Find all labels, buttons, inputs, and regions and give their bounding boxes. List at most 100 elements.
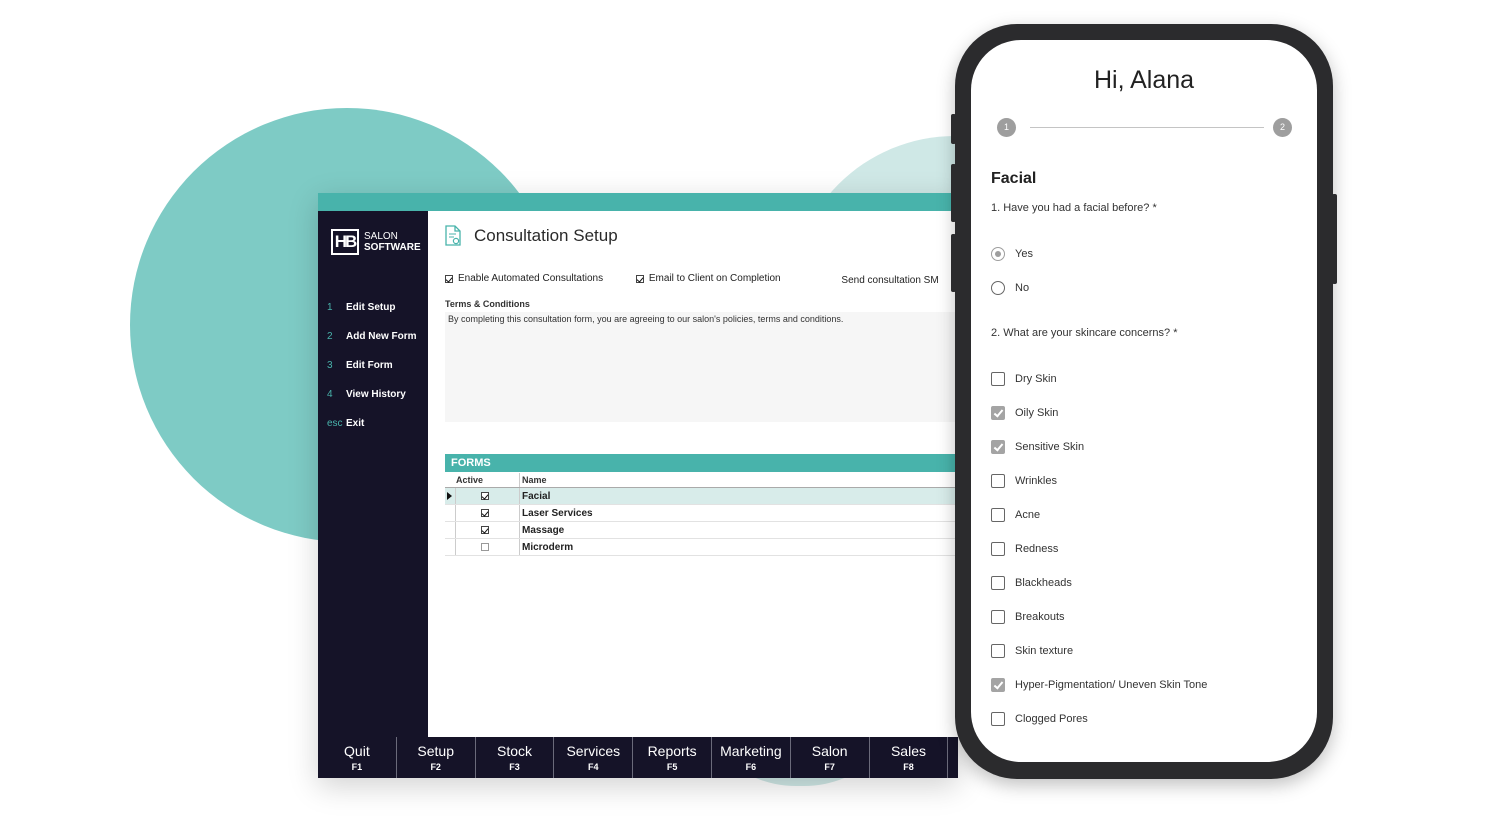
checkbox-icon xyxy=(991,610,1005,624)
sidebar-nav: 1 Edit Setup 2 Add New Form 3 Edit Form … xyxy=(325,293,417,438)
sidebar-item-add-new-form[interactable]: 2 Add New Form xyxy=(325,322,417,351)
phone-mute-switch xyxy=(951,114,956,144)
active-checkbox[interactable] xyxy=(481,543,489,551)
nav-label: Exit xyxy=(346,418,365,429)
form-name-cell: Laser Services xyxy=(522,507,593,519)
table-row[interactable]: Massage xyxy=(445,522,958,539)
stepper-line xyxy=(1030,127,1264,128)
checkbox-redness[interactable]: Redness xyxy=(991,540,1058,558)
phone-power-button xyxy=(1332,194,1337,284)
option-label: Breakouts xyxy=(1015,611,1065,623)
terms-textarea[interactable]: By completing this consultation form, yo… xyxy=(445,312,958,422)
sidebar-item-edit-form[interactable]: 3 Edit Form xyxy=(325,351,417,380)
checkbox-icon xyxy=(991,372,1005,386)
consultation-options: Enable Automated Consultations Email to … xyxy=(445,273,939,286)
fkey-shortcut: F8 xyxy=(903,762,914,772)
form-stepper: 1 2 xyxy=(997,118,1293,138)
nav-shortcut-key: esc xyxy=(327,418,343,429)
active-checkbox[interactable] xyxy=(481,509,489,517)
nav-shortcut-key: 4 xyxy=(327,389,333,400)
checkbox-icon xyxy=(991,712,1005,726)
greeting-title: Hi, Alana xyxy=(1093,66,1195,94)
column-header-active[interactable]: Active xyxy=(455,473,520,487)
checkbox-acne[interactable]: Acne xyxy=(991,506,1040,524)
nav-shortcut-key: 2 xyxy=(327,331,333,342)
checkbox-skin-texture[interactable]: Skin texture xyxy=(991,642,1073,660)
radio-empty-icon xyxy=(991,281,1005,295)
option-label: Blackheads xyxy=(1015,577,1072,589)
step-2[interactable]: 2 xyxy=(1273,118,1292,137)
table-row[interactable]: Microderm xyxy=(445,539,958,556)
table-row[interactable]: Facial xyxy=(445,488,958,505)
logo-mark-icon: HB xyxy=(331,229,359,255)
checkbox-hyper-pigmentation[interactable]: Hyper-Pigmentation/ Uneven Skin Tone xyxy=(991,676,1207,694)
phone-mockup: Hi, Alana 1 2 Facial 1. Have you had a f… xyxy=(951,24,1337,779)
checkbox-breakouts[interactable]: Breakouts xyxy=(991,608,1065,626)
radio-option-no[interactable]: No xyxy=(991,279,1029,297)
checkbox-label: Email to Client on Completion xyxy=(648,273,781,284)
sidebar-item-edit-setup[interactable]: 1 Edit Setup xyxy=(325,293,417,322)
main-content: Consultation Setup Enable Automated Cons… xyxy=(428,211,958,737)
page-header: Consultation Setup xyxy=(444,225,618,247)
checkbox-sensitive-skin[interactable]: Sensitive Skin xyxy=(991,438,1084,456)
enable-auto-consultations-checkbox[interactable]: Enable Automated Consultations xyxy=(445,273,603,284)
checkbox-checked-icon xyxy=(445,274,453,283)
fkey-label: Salon xyxy=(811,743,848,759)
option-label: Dry Skin xyxy=(1015,373,1057,385)
row-pointer-icon xyxy=(447,492,452,500)
terms-label: Terms & Conditions xyxy=(445,299,530,309)
fkey-shortcut: F7 xyxy=(824,762,835,772)
send-sms-option[interactable]: Send consultation SM xyxy=(841,275,938,286)
grid-header-row: Active Name xyxy=(445,473,958,488)
form-name-cell: Facial xyxy=(522,490,551,502)
fkey-shortcut: F2 xyxy=(430,762,441,772)
fkey-reports-button[interactable]: Reports F5 xyxy=(633,737,712,778)
logo-line-2: SOFTWARE xyxy=(364,242,421,253)
fkey-label: Reports xyxy=(647,743,697,759)
phone-volume-down xyxy=(951,234,956,292)
fkey-label: Marketing xyxy=(720,743,782,759)
radio-option-yes[interactable]: Yes xyxy=(991,245,1033,263)
app-logo: HB SALON SOFTWARE xyxy=(331,229,421,255)
sidebar-item-view-history[interactable]: 4 View History xyxy=(325,380,417,409)
option-label: Acne xyxy=(1015,509,1041,521)
option-label: Hyper-Pigmentation/ Uneven Skin Tone xyxy=(1015,679,1208,691)
column-header-name[interactable]: Name xyxy=(520,475,958,485)
question-2: 2. What are your skincare concerns? * xyxy=(991,327,1178,339)
checkbox-dry-skin[interactable]: Dry Skin xyxy=(991,370,1057,388)
section-title: Facial xyxy=(991,170,1037,187)
fkey-label: Stock xyxy=(496,743,532,759)
phone-screen: Hi, Alana 1 2 Facial 1. Have you had a f… xyxy=(971,40,1317,762)
checkbox-icon xyxy=(991,542,1005,556)
fkey-setup-button[interactable]: Setup F2 xyxy=(397,737,476,778)
option-label: Yes xyxy=(1015,248,1033,260)
active-checkbox[interactable] xyxy=(481,492,489,500)
fkey-salon-button[interactable]: Salon F7 xyxy=(791,737,870,778)
fkey-marketing-button[interactable]: Marketing F6 xyxy=(712,737,791,778)
checkbox-icon xyxy=(991,508,1005,522)
checkbox-clogged-pores[interactable]: Clogged Pores xyxy=(991,710,1088,728)
function-key-bar: Quit F1 Setup F2 Stock F3 Services F4 Re… xyxy=(318,737,958,778)
salon-software-window: HB SALON SOFTWARE 1 Edit Setup 2 Add New… xyxy=(318,193,958,778)
nav-label: Edit Form xyxy=(346,360,393,371)
checkbox-icon xyxy=(991,474,1005,488)
nav-label: Edit Setup xyxy=(346,302,396,313)
option-label: Skin texture xyxy=(1015,645,1074,657)
checkbox-oily-skin[interactable]: Oily Skin xyxy=(991,404,1058,422)
checkbox-blackheads[interactable]: Blackheads xyxy=(991,574,1072,592)
logo-line-1: SALON xyxy=(364,231,398,242)
checkbox-checked-icon xyxy=(635,274,644,283)
phone-volume-up xyxy=(951,164,956,222)
page-title: Consultation Setup xyxy=(474,226,618,245)
fkey-sales-button[interactable]: Sales F8 xyxy=(870,737,949,778)
email-client-checkbox[interactable]: Email to Client on Completion xyxy=(635,273,781,284)
sidebar-item-exit[interactable]: esc Exit xyxy=(325,409,417,438)
window-top-bar xyxy=(318,193,958,211)
fkey-stock-button[interactable]: Stock F3 xyxy=(476,737,555,778)
table-row[interactable]: Laser Services xyxy=(445,505,958,522)
fkey-quit-button[interactable]: Quit F1 xyxy=(318,737,397,778)
step-1[interactable]: 1 xyxy=(997,118,1016,137)
fkey-services-button[interactable]: Services F4 xyxy=(554,737,634,778)
checkbox-wrinkles[interactable]: Wrinkles xyxy=(991,472,1057,490)
active-checkbox[interactable] xyxy=(481,526,489,534)
